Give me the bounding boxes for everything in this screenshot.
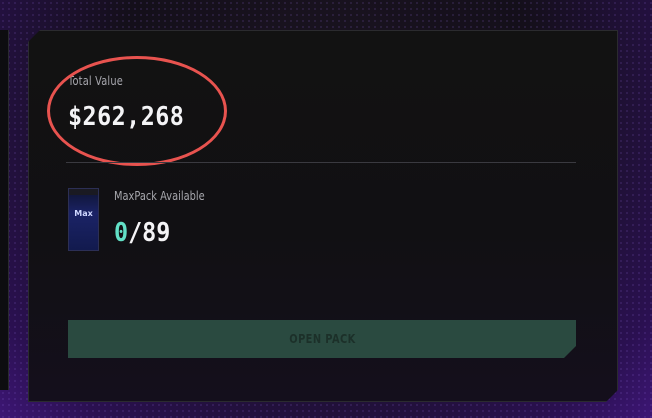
divider — [66, 162, 576, 163]
open-pack-button[interactable]: OPEN PACK — [68, 320, 576, 358]
maxpack-available-count: 0 — [114, 218, 129, 248]
maxpack-total-count: /89 — [128, 218, 171, 248]
maxpack-count: 0/89 — [114, 218, 170, 248]
highlight-annotation — [47, 56, 227, 166]
adjacent-panel-edge — [0, 30, 9, 390]
pack-top — [69, 189, 98, 195]
maxpack-image: Max — [68, 188, 99, 251]
pack-logo: Max — [74, 209, 93, 218]
maxpack-available-label: MaxPack Available — [114, 189, 205, 203]
open-pack-label: OPEN PACK — [288, 332, 356, 346]
